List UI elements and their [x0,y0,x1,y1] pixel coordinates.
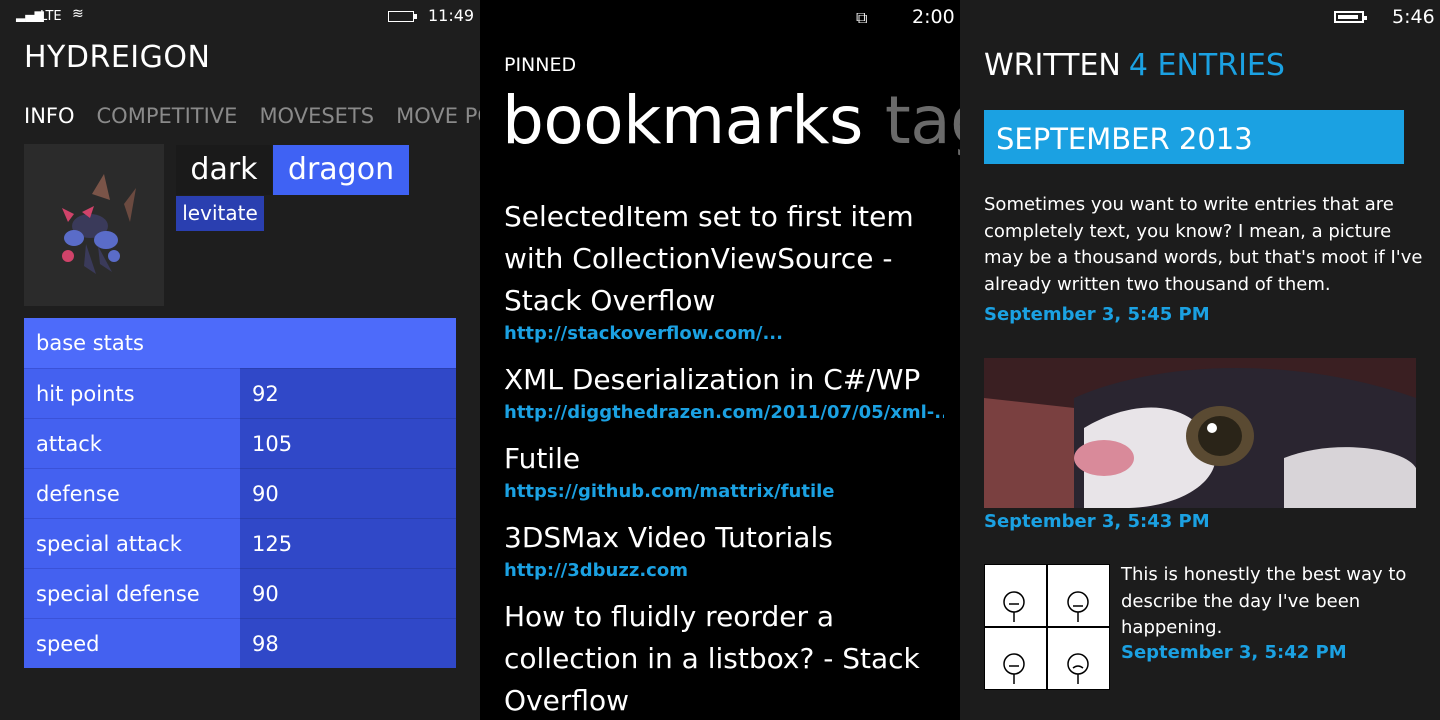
hydreigon-image [62,174,136,274]
clock: 2:00 [912,6,955,28]
stat-name: speed [24,618,240,668]
stat-name: defense [24,468,240,518]
list-item[interactable]: Futile https://github.com/mattrix/futile [504,438,944,504]
entry-date: September 3, 5:42 PM [1121,642,1347,663]
month-header[interactable]: SEPTEMBER 2013 [984,110,1404,164]
type-badge-dragon: dragon [273,145,409,195]
bookmark-title: How to fluidly reorder a collection in a… [504,600,920,717]
type-badge-dark: dark [176,145,272,195]
page-title: HYDREIGON [24,40,211,75]
entry-date: September 3, 5:45 PM [984,304,1210,325]
page-title: WRITTEN 4 ENTRIES [984,48,1285,83]
list-item[interactable]: SelectedItem set to first item with Coll… [504,196,944,346]
title-label: WRITTEN [984,48,1121,83]
stat-value: 125 [240,518,456,568]
tab-info[interactable]: INFO [24,104,75,128]
status-bar: 5:46 [960,0,1440,34]
comic-image [983,563,1111,691]
stat-value: 90 [240,568,456,618]
clock: 11:49 [428,6,475,25]
stat-row: defense 90 [24,468,456,518]
status-bar: ▂▄▆ LTE ≋ 11:49 [0,0,480,34]
stat-name: hit points [24,368,240,418]
stat-value: 90 [240,468,456,518]
entry-text[interactable]: Sometimes you want to write entries that… [984,192,1424,298]
bookmarks-screen: ⧉ 2:00 PINNED bookmarks tag SelectedItem … [480,0,960,720]
tab-move-pool[interactable]: MOVE PO [396,104,480,128]
bookmark-title: XML Deserialization in C#/WP [504,363,921,396]
list-item[interactable]: 3DSMax Video Tutorials http://3dbuzz.com [504,517,944,583]
stat-value: 98 [240,618,456,668]
tab-tags[interactable]: tag [885,82,960,159]
ability-badge: levitate [176,196,264,231]
stat-row: special attack 125 [24,518,456,568]
battery-icon [388,11,417,22]
stats-header: base stats [24,318,456,368]
pivot-header: bookmarks tag [502,82,960,159]
network-type: LTE [40,9,62,24]
bookmark-url: https://github.com/mattrix/futile [504,481,835,502]
tab-competitive[interactable]: COMPETITIVE [97,104,238,128]
stat-value: 105 [240,418,456,468]
pivot-header: INFO COMPETITIVE MOVESETS MOVE PO [24,104,480,128]
entry-comic-image[interactable] [983,563,1111,691]
clock: 5:46 [1392,6,1435,28]
entry-photo[interactable] [984,358,1416,508]
wifi-icon: ≋ [72,6,84,22]
battery-icon [1334,11,1367,23]
pokedex-screen: ▂▄▆ LTE ≋ 11:49 HYDREIGON INFO COMPETITIV… [0,0,480,720]
bookmark-title: SelectedItem set to first item with Coll… [504,200,914,317]
section-label: PINNED [504,54,577,76]
bookmark-list: SelectedItem set to first item with Coll… [504,196,944,720]
stat-value: 92 [240,368,456,418]
stat-row: speed 98 [24,618,456,668]
stat-name: attack [24,418,240,468]
cat-photo [984,358,1416,508]
stat-name: special attack [24,518,240,568]
entry-count: 4 ENTRIES [1128,48,1285,83]
stat-row: special defense 90 [24,568,456,618]
tab-bookmarks[interactable]: bookmarks [502,82,863,159]
journal-screen: 5:46 WRITTEN 4 ENTRIES SEPTEMBER 2013 Som… [960,0,1440,720]
bookmark-url: http://diggthedrazen.com/2011/07/05/xml-… [504,402,944,423]
stat-row: attack 105 [24,418,456,468]
list-item[interactable]: How to fluidly reorder a collection in a… [504,596,944,720]
pokemon-sprite [24,144,164,306]
media-icon: ⧉ [856,8,868,27]
entry-text[interactable]: This is honestly the best way to describ… [1121,562,1417,642]
tab-movesets[interactable]: MOVESETS [259,104,374,128]
entry-date: September 3, 5:43 PM [984,511,1210,532]
stat-name: special defense [24,568,240,618]
bookmark-url: http://stackoverflow.com/... [504,323,783,344]
list-item[interactable]: XML Deserialization in C#/WP http://diggt… [504,359,944,425]
bookmark-title: 3DSMax Video Tutorials [504,521,833,554]
bookmark-url: http://3dbuzz.com [504,560,688,581]
status-bar: ⧉ 2:00 [480,0,960,34]
stat-row: hit points 92 [24,368,456,418]
bookmark-title: Futile [504,442,581,475]
base-stats-table: base stats hit points 92 attack 105 defens… [24,318,456,668]
